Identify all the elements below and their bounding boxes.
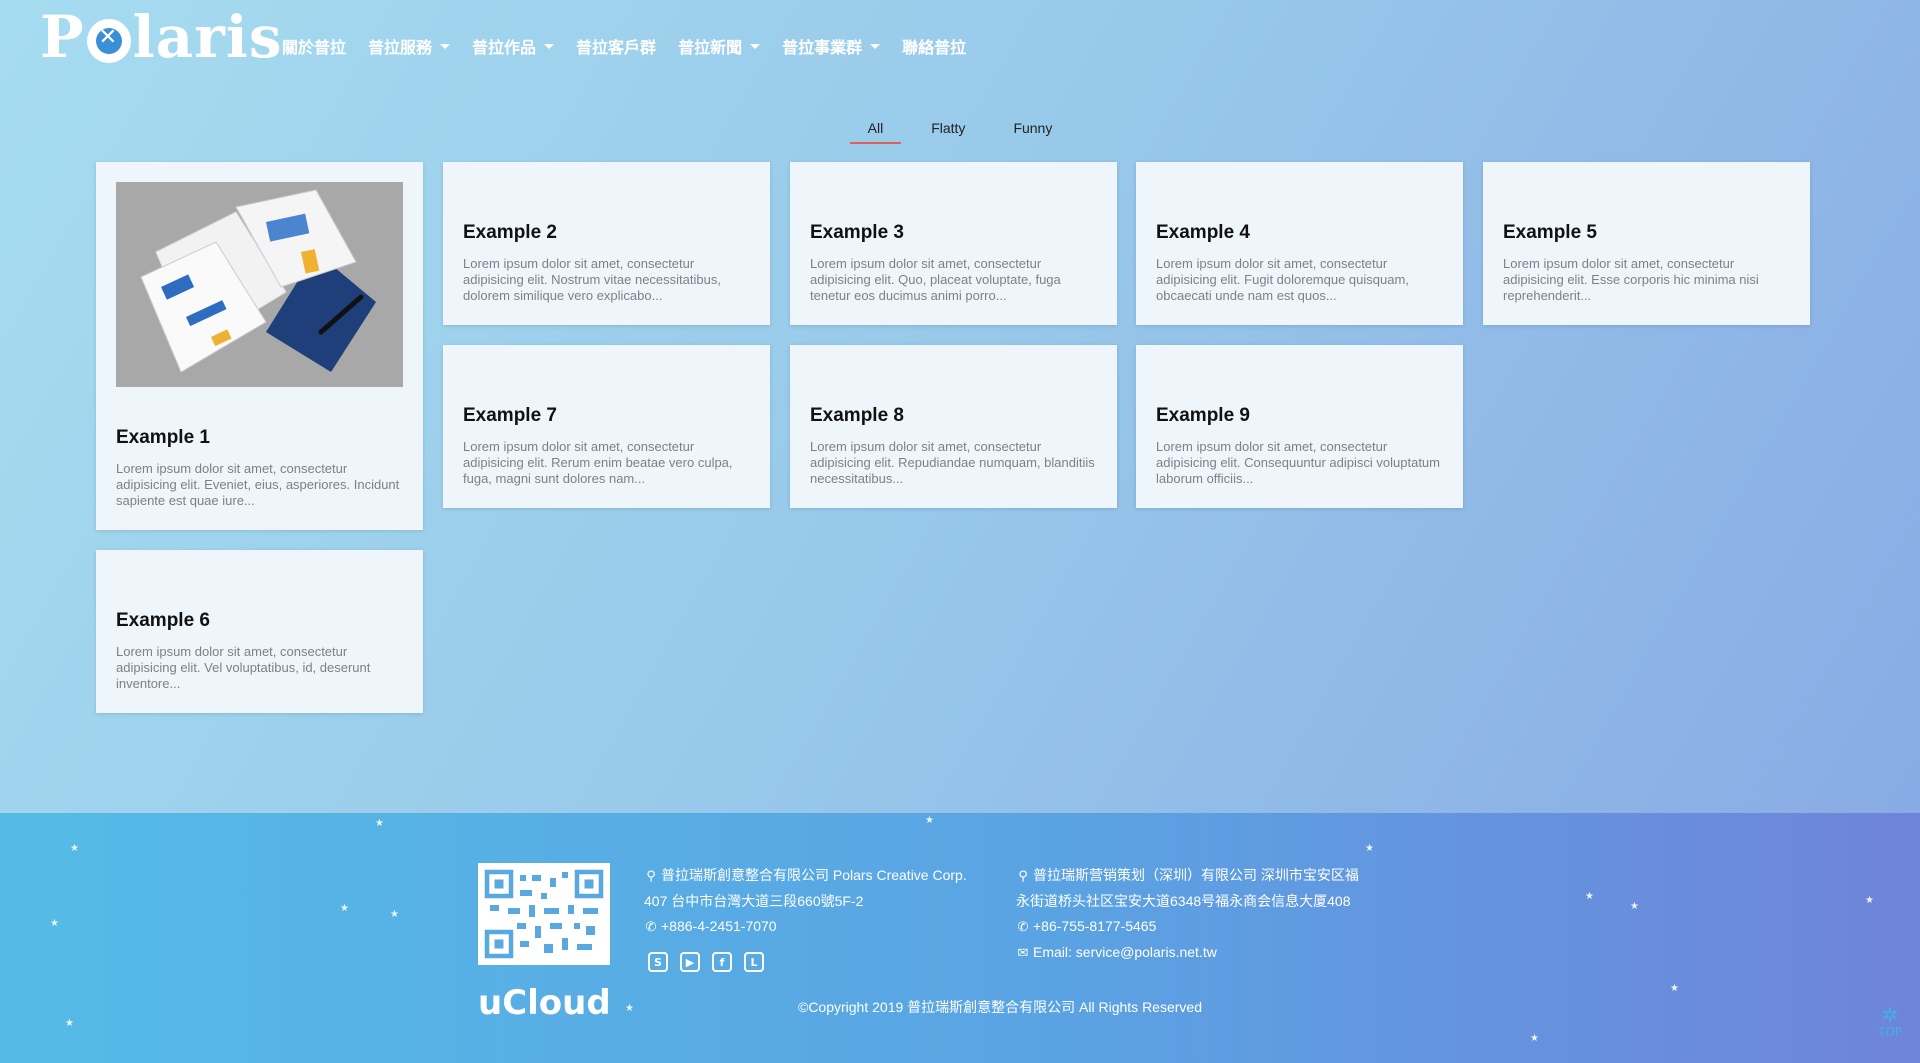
- card-excerpt: Lorem ipsum dolor sit amet, consectetur …: [116, 644, 371, 691]
- star-icon: ★: [390, 909, 399, 920]
- portfolio-card-6[interactable]: Example 6 Lorem ipsum dolor sit amet, co…: [96, 550, 423, 713]
- shenzhen-address-line1: ⚲ 普拉瑞斯营销策划（深圳）有限公司 深圳市宝安区福: [1016, 863, 1359, 889]
- brochure-image: [116, 182, 403, 387]
- skype-icon[interactable]: S: [648, 952, 668, 972]
- card-title: Example 4: [1156, 222, 1250, 243]
- phone-icon: ✆: [1017, 920, 1029, 935]
- card-title: Example 8: [810, 405, 904, 426]
- main-nav: 關於普拉 普拉服務 普拉作品 普拉客戶群 普拉新聞 普拉事業群 聯絡普拉: [282, 34, 988, 58]
- portfolio-card-5[interactable]: Example 5 Lorem ipsum dolor sit amet, co…: [1483, 162, 1810, 325]
- star-icon: ★: [1585, 891, 1594, 902]
- star-icon: ★: [1365, 843, 1374, 854]
- card-title: Example 3: [810, 222, 904, 243]
- portfolio-card-3[interactable]: Example 3 Lorem ipsum dolor sit amet, co…: [790, 162, 1117, 325]
- logo-letters-laris: laris: [132, 3, 283, 71]
- portfolio-card-7[interactable]: Example 7 Lorem ipsum dolor sit amet, co…: [443, 345, 770, 508]
- card-excerpt: Lorem ipsum dolor sit amet, consectetur …: [463, 439, 733, 486]
- site-footer: ★ ★ ★ ★ ★ ★ ★ ★ ★ ★ ★ ★ ★ ★ uCloud ⚲ 普拉瑞…: [0, 813, 1920, 1063]
- card-excerpt: Lorem ipsum dolor sit amet, consectetur …: [1503, 256, 1759, 303]
- nav-works[interactable]: 普拉作品: [472, 34, 555, 58]
- shenzhen-contact: ⚲ 普拉瑞斯营销策划（深圳）有限公司 深圳市宝安区福 永街道桥头社区宝安大道634…: [1016, 863, 1359, 966]
- line-icon[interactable]: L: [744, 952, 764, 972]
- card-title: Example 6: [116, 610, 210, 631]
- social-links: S ▶ f L: [648, 952, 764, 972]
- portfolio-card-8[interactable]: Example 8 Lorem ipsum dolor sit amet, co…: [790, 345, 1117, 508]
- card-title: Example 5: [1503, 222, 1597, 243]
- star-icon: ★: [1530, 1033, 1539, 1044]
- card-title: Example 2: [463, 222, 557, 243]
- nav-services[interactable]: 普拉服務: [368, 34, 451, 58]
- caret-down-icon: [544, 43, 555, 49]
- card-title: Example 1: [116, 427, 210, 448]
- nav-news[interactable]: 普拉新聞: [678, 34, 761, 58]
- phone-icon: ✆: [645, 920, 657, 935]
- star-icon: ★: [1670, 983, 1679, 994]
- star-icon: ★: [925, 815, 934, 826]
- card-title: Example 9: [1156, 405, 1250, 426]
- star-icon: ★: [375, 818, 384, 829]
- facebook-icon[interactable]: f: [712, 952, 732, 972]
- polaris-logo[interactable]: Plaris: [40, 2, 282, 72]
- taiwan-address-line2: 407 台中市台灣大道三段660號5F-2: [644, 893, 864, 909]
- taiwan-contact: ⚲ 普拉瑞斯創意整合有限公司 Polars Creative Corp. 407 …: [644, 863, 967, 940]
- card-excerpt: Lorem ipsum dolor sit amet, consectetur …: [810, 256, 1061, 303]
- caret-down-icon: [750, 43, 761, 49]
- nav-business[interactable]: 普拉事業群: [782, 34, 881, 58]
- taiwan-address-line1: ⚲ 普拉瑞斯創意整合有限公司 Polars Creative Corp.: [644, 863, 966, 889]
- map-marker-icon: ⚲: [1018, 869, 1028, 884]
- star-icon: ★: [50, 918, 59, 929]
- taiwan-phone: ✆ +886-4-2451-7070: [644, 914, 967, 940]
- portfolio-card-2[interactable]: Example 2 Lorem ipsum dolor sit amet, co…: [443, 162, 770, 325]
- caret-down-icon: [870, 43, 881, 49]
- copyright: ©Copyright 2019 普拉瑞斯創意整合有限公司 All Rights …: [798, 999, 1202, 1015]
- email-link[interactable]: ✉ Email: service@polaris.net.tw: [1016, 940, 1359, 966]
- card-excerpt: Lorem ipsum dolor sit amet, consectetur …: [1156, 256, 1409, 303]
- filter-funny[interactable]: Funny: [995, 118, 1070, 144]
- site-header: Plaris 關於普拉 普拉服務 普拉作品 普拉客戶群 普拉新聞 普拉事業群 聯…: [0, 0, 1920, 90]
- nav-clients[interactable]: 普拉客戶群: [576, 34, 656, 58]
- shenzhen-phone: ✆ +86-755-8177-5465: [1016, 914, 1359, 940]
- caret-down-icon: [440, 43, 451, 49]
- card-excerpt: Lorem ipsum dolor sit amet, consectetur …: [1156, 439, 1440, 486]
- card-title: Example 7: [463, 405, 557, 426]
- nav-contact[interactable]: 聯絡普拉: [902, 34, 966, 58]
- card-excerpt: Lorem ipsum dolor sit amet, consectetur …: [116, 461, 400, 508]
- card-excerpt: Lorem ipsum dolor sit amet, consectetur …: [463, 256, 721, 303]
- portfolio-filters: All Flatty Funny: [0, 118, 1920, 144]
- star-icon: ★: [340, 903, 349, 914]
- star-icon: ★: [70, 843, 79, 854]
- star-icon: ★: [1865, 895, 1874, 906]
- star-icon: ★: [65, 1018, 74, 1029]
- logo-letter-p: P: [40, 3, 85, 71]
- map-marker-icon: ⚲: [646, 869, 656, 884]
- nav-about[interactable]: 關於普拉: [282, 34, 346, 58]
- filter-all[interactable]: All: [849, 118, 902, 144]
- youtube-icon[interactable]: ▶: [680, 952, 700, 972]
- back-to-top-button[interactable]: ✲ TOP: [1878, 1005, 1902, 1039]
- gear-icon: ✲: [1881, 1003, 1899, 1027]
- portfolio-card-9[interactable]: Example 9 Lorem ipsum dolor sit amet, co…: [1136, 345, 1463, 508]
- portfolio-card-4[interactable]: Example 4 Lorem ipsum dolor sit amet, co…: [1136, 162, 1463, 325]
- envelope-icon: ✉: [1017, 946, 1029, 961]
- portfolio-card-1[interactable]: Example 1 Lorem ipsum dolor sit amet, co…: [96, 162, 423, 530]
- logo-compass-icon: [86, 19, 131, 63]
- filter-flatty[interactable]: Flatty: [913, 118, 983, 144]
- card-excerpt: Lorem ipsum dolor sit amet, consectetur …: [810, 439, 1095, 486]
- shenzhen-address-line2: 永街道桥头社区宝安大道6348号福永商会信息大厦408: [1016, 893, 1351, 909]
- star-icon: ★: [1630, 901, 1639, 912]
- qr-code: [478, 863, 610, 965]
